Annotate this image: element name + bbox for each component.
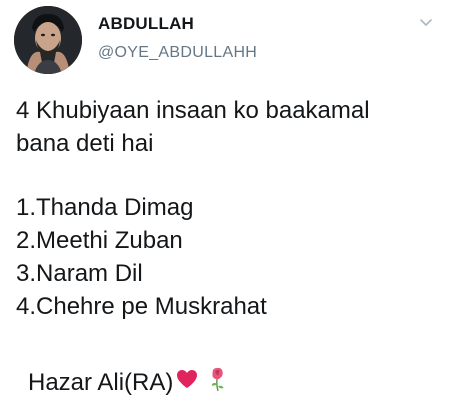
list-item: 2.Meethi Zuban xyxy=(16,227,183,254)
red-heart-icon xyxy=(175,367,199,399)
intro-line-2: bana deti hai xyxy=(16,130,154,157)
tweet-text: 4 Khubiyaan insaan ko baakamal bana deti… xyxy=(16,94,436,323)
list-item: 4.Chehre pe Muskrahat xyxy=(16,293,267,320)
signoff-line: Hazar Ali(RA) xyxy=(28,366,229,400)
avatar-photo-icon xyxy=(14,6,82,74)
signoff-text: Hazar Ali(RA) xyxy=(28,369,174,396)
qualities-list: 1.Thanda Dimag 2.Meethi Zuban 3.Naram Di… xyxy=(16,191,436,323)
intro-line-1: 4 Khubiyaan insaan ko baakamal xyxy=(16,97,370,124)
chevron-down-icon[interactable] xyxy=(418,14,434,30)
rose-icon xyxy=(207,366,229,400)
avatar[interactable] xyxy=(14,6,82,74)
tweet-card: ABDULLAH @OYE_ABDULLAHH 4 Khubiyaan insa… xyxy=(0,0,450,408)
user-handle[interactable]: @OYE_ABDULLAHH xyxy=(98,44,257,62)
list-item: 1.Thanda Dimag xyxy=(16,194,194,221)
list-item: 3.Naram Dil xyxy=(16,260,143,287)
display-name[interactable]: ABDULLAH xyxy=(98,14,194,34)
